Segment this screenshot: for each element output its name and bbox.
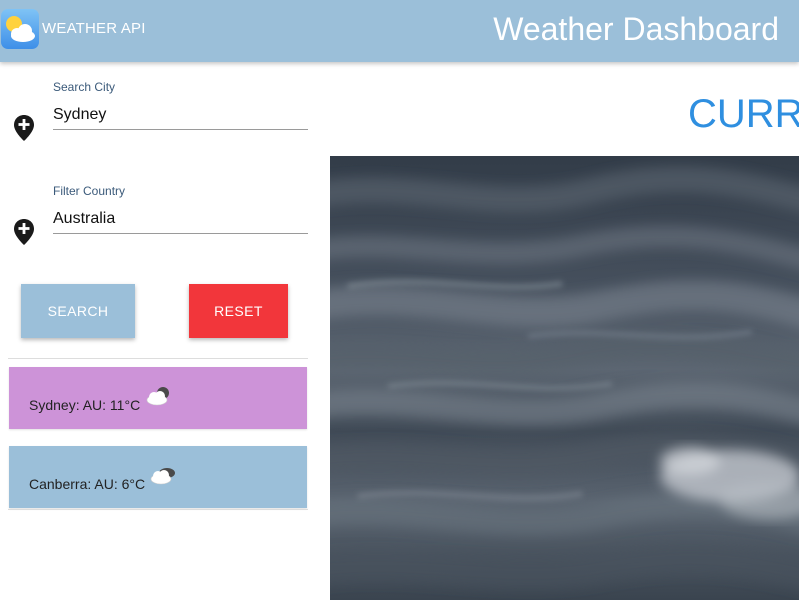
country-filter-input[interactable] [53, 204, 308, 234]
app-header: WEATHER API Weather Dashboard [0, 0, 799, 62]
reset-button[interactable]: RESET [189, 284, 288, 338]
divider [8, 509, 308, 510]
add-location-pin-icon [13, 114, 35, 142]
page-title: Weather Dashboard [493, 11, 779, 47]
country-field-label: Filter Country [53, 184, 126, 198]
result-card-canberra[interactable]: Canberra: AU: 6°C [9, 446, 307, 508]
cloudy-icon [149, 464, 177, 486]
weather-logo-icon [1, 9, 39, 49]
app-name: WEATHER API [42, 20, 146, 37]
city-search-input[interactable] [53, 100, 308, 130]
current-weather-heading: CURR [688, 92, 799, 136]
city-field: Search City [10, 80, 308, 150]
storm-clouds-image [330, 156, 799, 600]
result-card-text: Canberra: AU: 6°C [29, 476, 146, 492]
result-card-text: Sydney: AU: 11°C [29, 397, 141, 413]
country-field: Filter Country [10, 184, 308, 254]
result-card-sydney[interactable]: Sydney: AU: 11°C [9, 367, 307, 429]
search-button[interactable]: SEARCH [21, 284, 135, 338]
divider [8, 358, 308, 359]
city-field-label: Search City [53, 80, 116, 94]
add-location-pin-icon [13, 218, 35, 246]
partly-cloudy-night-icon [145, 385, 173, 407]
